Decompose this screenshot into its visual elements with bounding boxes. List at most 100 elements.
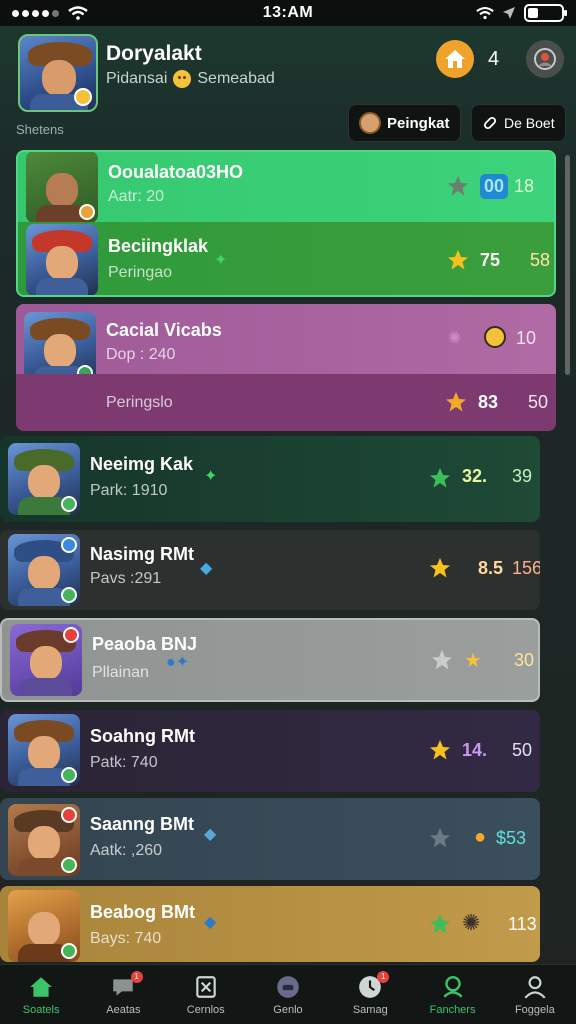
nav-label: Cernlos bbox=[186, 1003, 225, 1016]
nav-item-samag[interactable]: 1 Samag bbox=[329, 965, 411, 1024]
trophy-icon: ★ bbox=[464, 650, 482, 672]
nav-label: Genlo bbox=[273, 1003, 303, 1016]
nav-item-genlo[interactable]: Genlo bbox=[247, 965, 329, 1024]
signal-indicator bbox=[12, 6, 88, 20]
avatar bbox=[26, 152, 98, 223]
profile-avatar[interactable] bbox=[18, 34, 98, 112]
list-item[interactable]: Nasimg RMt Pavs :291 ◆ 8.5 156 bbox=[0, 530, 540, 610]
nav-item-cernlos[interactable]: Cernlos bbox=[165, 965, 247, 1024]
star-icon bbox=[432, 650, 452, 670]
list-item[interactable]: Beciingklak Peringao ✦ 75 58 bbox=[18, 222, 554, 295]
list-item[interactable]: Ooualatoa03HO Aatr: 20 00 18 bbox=[18, 152, 554, 223]
row-sub: Bays: 740 bbox=[90, 930, 162, 947]
row-value-secondary: 50 bbox=[512, 740, 533, 760]
deboet-filter-button[interactable]: De Boet bbox=[471, 104, 566, 142]
row-value-primary: 00 bbox=[480, 174, 509, 199]
profile-icon bbox=[443, 975, 463, 998]
sparkle-icon: ✦ bbox=[214, 252, 228, 269]
row-sub: Peringslo bbox=[106, 394, 173, 411]
peingkat-filter-button[interactable]: Peingkat bbox=[348, 104, 461, 142]
nav-item-foggela[interactable]: Foggela bbox=[494, 965, 576, 1024]
profile-name: Doryalakt bbox=[106, 42, 202, 65]
list-item[interactable]: Saanng BMt Aatk: ,260 ◆ ● $53 bbox=[0, 798, 540, 880]
status-bar: 13:AM bbox=[0, 0, 576, 26]
wifi-icon bbox=[476, 6, 494, 20]
row-sub: Aatr: 20 bbox=[108, 188, 165, 205]
list-card: Ooualatoa03HO Aatr: 20 00 18 Beciingklak… bbox=[16, 150, 556, 297]
scrollbar[interactable] bbox=[565, 155, 570, 375]
star-icon bbox=[446, 392, 466, 412]
star-icon bbox=[430, 740, 450, 760]
avatar bbox=[8, 890, 80, 962]
user-icon bbox=[534, 48, 556, 70]
row-value-primary: 14. bbox=[462, 740, 488, 760]
battery-icon bbox=[524, 4, 567, 22]
row-value-secondary: $53 bbox=[496, 828, 527, 848]
home-count: 4 bbox=[488, 48, 500, 70]
star-icon bbox=[430, 828, 450, 848]
avatar bbox=[8, 714, 80, 786]
row-value-secondary: 18 bbox=[514, 176, 535, 196]
row-name: Beciingklak bbox=[108, 236, 209, 256]
profile-sub-a: Pidansai bbox=[106, 70, 168, 87]
gem-icon: ◆ bbox=[204, 914, 217, 931]
nav-label: Soatels bbox=[22, 1003, 60, 1016]
puzzle-icon: ✺ bbox=[448, 330, 462, 347]
list-item[interactable]: Soahng RMt Patk: 740 14. 50 bbox=[0, 710, 540, 792]
section-label: Shetens bbox=[16, 122, 64, 137]
puzzle-icon: ✺ bbox=[462, 910, 481, 935]
coin-icon: ● bbox=[474, 826, 487, 848]
star-icon bbox=[448, 250, 468, 270]
profile-subtitle: Pidansai Semeabad bbox=[106, 70, 275, 88]
list-item[interactable]: Cacial Vicabs Dop : 240 ✺ 10 bbox=[16, 304, 556, 384]
smile-icon bbox=[173, 70, 192, 88]
nav-item-soatels[interactable]: Soatels bbox=[0, 965, 82, 1024]
list-item[interactable]: Peaoba BNJ Pllainan ●✦ ★ 30 bbox=[0, 618, 540, 702]
row-name: Ooualatoa03HO bbox=[108, 162, 244, 182]
list-item[interactable]: Peringslo 83 50 bbox=[16, 374, 556, 431]
cards-icon bbox=[195, 975, 216, 998]
list-item[interactable]: Beabog BMt Bays: 740 ◆ ✺ 113 bbox=[0, 886, 540, 962]
row-sub: Pavs :291 bbox=[90, 570, 162, 587]
home-button[interactable] bbox=[436, 40, 474, 78]
row-value-secondary: 156 bbox=[512, 558, 540, 578]
nav-item-aeatas[interactable]: 1 Aeatas bbox=[82, 965, 164, 1024]
avatar bbox=[8, 804, 80, 876]
nav-label: Fanchers bbox=[429, 1003, 476, 1016]
row-value-secondary: 113 bbox=[508, 914, 537, 934]
row-sub: Dop : 240 bbox=[106, 346, 176, 363]
row-name: Saanng BMt bbox=[90, 814, 195, 834]
row-value-secondary: 10 bbox=[516, 328, 537, 348]
row-value-primary: 8.5 bbox=[478, 558, 504, 578]
bottom-nav: Soatels 1 Aeatas Cernlos Genlo 1 Samag F… bbox=[0, 964, 576, 1024]
character-icon bbox=[359, 112, 381, 134]
avatar bbox=[10, 624, 82, 696]
avatar bbox=[8, 443, 80, 515]
gem-icon: ◆ bbox=[200, 560, 213, 577]
star-icon bbox=[430, 468, 450, 488]
row-value-secondary: 39 bbox=[512, 466, 533, 486]
deboet-label: De Boet bbox=[504, 115, 555, 131]
row-value-secondary: 58 bbox=[530, 250, 551, 270]
row-name: Soahng RMt bbox=[90, 726, 195, 746]
wifi-icon bbox=[68, 6, 88, 20]
user-menu-button[interactable] bbox=[526, 40, 564, 78]
peingkat-label: Peingkat bbox=[387, 114, 450, 132]
list-card: Cacial Vicabs Dop : 240 ✺ 10 Peringslo 8… bbox=[16, 304, 556, 431]
user-icon bbox=[524, 975, 546, 999]
nav-item-fanchers[interactable]: Fanchers bbox=[411, 965, 493, 1024]
nav-label: Samag bbox=[352, 1003, 388, 1016]
row-sub: Park: 1910 bbox=[90, 482, 168, 499]
home-icon bbox=[445, 50, 465, 68]
row-name: Neeimg Kak bbox=[90, 454, 194, 474]
row-value-secondary: 30 bbox=[514, 650, 535, 670]
star-icon bbox=[448, 176, 468, 196]
list-item[interactable]: Neeimg Kak Park: 1910 ✦ 32. 39 bbox=[0, 436, 540, 522]
notification-badge: 1 bbox=[130, 971, 143, 983]
row-value-primary: 83 bbox=[478, 392, 499, 412]
gamepad-icon bbox=[277, 975, 299, 998]
nav-label: Foggela bbox=[514, 1003, 555, 1016]
row-sub: Pllainan bbox=[92, 664, 149, 681]
row-sub: Peringao bbox=[108, 264, 173, 281]
location-icon bbox=[503, 7, 515, 19]
